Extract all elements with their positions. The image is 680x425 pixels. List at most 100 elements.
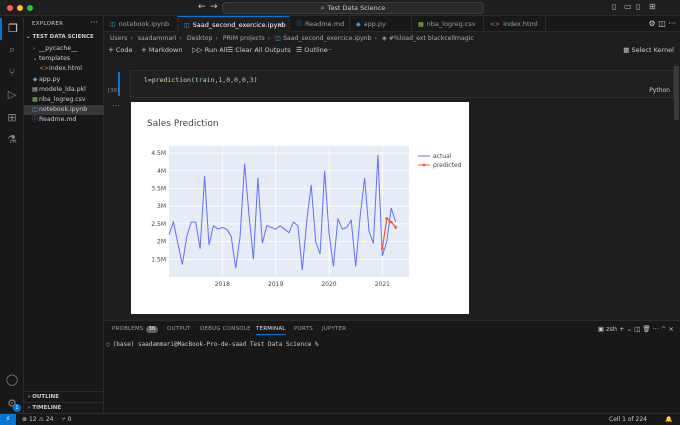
layout-right-icon[interactable]: ▯ <box>636 2 640 11</box>
customize-layout-icon[interactable]: ⊞ <box>649 2 656 11</box>
cell-language-picker[interactable]: Python <box>649 87 670 94</box>
notifications-bell-icon[interactable]: 🔔 <box>665 414 672 425</box>
close-panel-icon[interactable]: × <box>669 325 674 333</box>
bottom-panel: PROBLEMS 36 OUTPUT DEBUG CONSOLE TERMINAL… <box>104 320 680 413</box>
run-debug-icon[interactable]: ▷ <box>0 84 24 106</box>
plus-icon: + <box>108 46 114 54</box>
command-center-search[interactable]: ⌕ Test Data Science <box>222 2 484 14</box>
testing-icon[interactable]: ⚗ <box>0 129 24 151</box>
outline-section[interactable]: › OUTLINE <box>24 391 104 402</box>
tree-item-index-html[interactable]: <> index.html <box>24 64 104 74</box>
account-icon[interactable]: ◯ <box>0 369 24 391</box>
split-editor-icon[interactable]: ◫ <box>658 19 666 28</box>
workspace-root-label: TEST DATA SCIENCE <box>32 34 94 40</box>
predicted-point <box>394 226 398 229</box>
add-code-cell-button[interactable]: + Code <box>108 44 133 56</box>
tab-label: index.html <box>503 20 538 28</box>
more-toolbar-actions-icon[interactable]: ··· <box>326 44 332 56</box>
tab-ports[interactable]: PORTS <box>294 324 313 334</box>
chevron-up-icon[interactable]: ⌃ <box>661 325 666 333</box>
explorer-icon[interactable]: ❐ <box>0 18 24 40</box>
tree-item-notebook[interactable]: ◫notebook.ipynb <box>24 105 104 116</box>
tree-item-readme[interactable]: ⓘReadme.md <box>24 115 104 125</box>
tab-readme[interactable]: ⓘ Readme.md <box>290 16 350 32</box>
tree-item-label: nba_logreg.csv <box>39 95 86 103</box>
breadcrumb: Users › saadammari › Desktop › PRIM project… <box>104 33 680 44</box>
title-bar: ← → ⌕ Test Data Science ▯ ▭ ▯ ⊞ <box>0 0 680 16</box>
close-window-button[interactable] <box>7 5 13 11</box>
tree-item-modele-lda[interactable]: ▤modele_lda.pkl <box>24 85 104 95</box>
breadcrumb-item[interactable]: Saad_second_exercice.ipynb <box>283 35 372 42</box>
more-actions-icon[interactable]: ··· <box>90 18 98 27</box>
breadcrumb-item[interactable]: PRIM projects <box>223 35 265 42</box>
cell-position-status[interactable]: Cell 1 of 224 <box>609 414 647 425</box>
code-token-variable: train <box>194 76 215 84</box>
tab-problems[interactable]: PROBLEMS 36 <box>112 324 159 334</box>
forward-arrow-icon[interactable]: → <box>210 2 218 12</box>
timeline-section[interactable]: › TIMELINE <box>24 402 104 413</box>
extensions-icon[interactable]: ⊞ <box>0 107 24 129</box>
tab-saad-second-exercice[interactable]: ◫ Saad_second_exercice.ipynb × <box>178 16 290 32</box>
chevron-right-icon: › <box>215 35 218 42</box>
tree-item-label: templates <box>39 55 71 63</box>
minimize-window-button[interactable] <box>17 5 23 11</box>
layout-panel-icon[interactable]: ▭ <box>624 2 632 11</box>
chart-output: Sales Prediction 1.5M 2M 2.5M 3M 3.5M 4M 4.5M 20… <box>131 102 469 314</box>
tree-item-templates[interactable]: ⌄ templates <box>24 54 104 64</box>
select-kernel-button[interactable]: ▦ Select Kernel <box>623 44 674 56</box>
clear-icon: ☰ <box>227 46 234 54</box>
tab-app-py[interactable]: ◆ app.py <box>350 16 412 32</box>
tree-item-pycache[interactable]: › __pycache__ <box>24 44 104 54</box>
tab-debug-console[interactable]: DEBUG CONSOLE <box>200 324 251 334</box>
trash-icon[interactable]: 🗑 <box>642 325 650 333</box>
outline-button[interactable]: ☰ Outline <box>296 44 328 56</box>
source-control-icon[interactable]: ⑂ <box>0 62 24 84</box>
tab-notebook[interactable]: ◫ notebook.ipynb <box>104 16 178 32</box>
tab-output[interactable]: OUTPUT <box>167 324 191 334</box>
tab-jupyter[interactable]: JUPYTER <box>322 324 346 334</box>
symbol-icon: ◈ <box>381 35 387 42</box>
workspace-root-folder[interactable]: ⌄ TEST DATA SCIENCE <box>26 34 94 40</box>
close-tab-icon[interactable]: × <box>278 17 283 33</box>
tree-item-nba-logreg[interactable]: ▦nba_logreg.csv <box>24 95 104 105</box>
layout-left-icon[interactable]: ▯ <box>612 2 616 11</box>
terminal-output[interactable]: ○ (base) saadammari@MacBook-Pro-de-saad T… <box>106 341 319 348</box>
output-actions-icon[interactable]: ... <box>112 99 120 108</box>
tab-terminal[interactable]: TERMINAL <box>256 324 286 335</box>
run-all-label: Run All <box>204 46 228 54</box>
split-terminal-icon[interactable]: ◫ <box>634 325 640 333</box>
remote-icon[interactable]: ⚡ <box>0 414 16 425</box>
more-actions-icon[interactable]: ··· <box>653 325 659 333</box>
legend-label-predicted: predicted <box>433 162 462 169</box>
clear-all-outputs-button[interactable]: ☰ Clear All Outputs <box>227 44 290 56</box>
predicted-point <box>380 247 384 251</box>
tree-item-app-py[interactable]: ◆ app.py <box>24 75 104 85</box>
x-tick-label: 2019 <box>268 281 283 288</box>
editor-scrollbar[interactable] <box>672 58 680 320</box>
manage-gear-icon[interactable]: ⚙ 1 <box>0 393 24 415</box>
breadcrumb-item[interactable]: #%load_ext blackcellmagic <box>389 35 474 42</box>
search-icon[interactable]: ⌕ <box>0 39 24 61</box>
ports-icon: ⑂ <box>62 416 66 423</box>
chevron-down-icon[interactable]: ⌄ <box>627 325 632 333</box>
run-all-button[interactable]: ▷▷ Run All <box>192 44 227 56</box>
add-markdown-cell-button[interactable]: + Markdown <box>141 44 182 56</box>
back-arrow-icon[interactable]: ← <box>198 2 206 12</box>
zoom-window-button[interactable] <box>27 5 33 11</box>
tab-index-html[interactable]: <> index.html <box>484 16 546 32</box>
tab-nba-logreg[interactable]: ▦ nba_logreg.csv <box>412 16 484 32</box>
gear-icon[interactable]: ⚙ <box>649 19 656 28</box>
explorer-sidebar: EXPLORER ··· ⌄ TEST DATA SCIENCE › __pyca… <box>24 16 104 413</box>
add-terminal-icon[interactable]: + <box>619 325 624 333</box>
tree-item-label: notebook.ipynb <box>39 106 88 114</box>
chevron-right-icon: › <box>374 35 378 42</box>
code-cell-input[interactable]: l=prediction(train,1,0,0,0,3) <box>130 70 674 98</box>
breadcrumb-item[interactable]: saadammari <box>138 35 177 42</box>
more-actions-icon[interactable]: ··· <box>668 19 676 28</box>
ports-status[interactable]: ⑂ 0 <box>62 414 71 425</box>
breadcrumb-item[interactable]: Users <box>110 35 127 42</box>
breadcrumb-item[interactable]: Desktop <box>187 35 213 42</box>
scrollbar-thumb[interactable] <box>674 66 679 120</box>
problems-status[interactable]: ⊗ 12 ⚠ 24 <box>22 414 53 425</box>
terminal-shell-label[interactable]: zsh <box>606 325 617 333</box>
